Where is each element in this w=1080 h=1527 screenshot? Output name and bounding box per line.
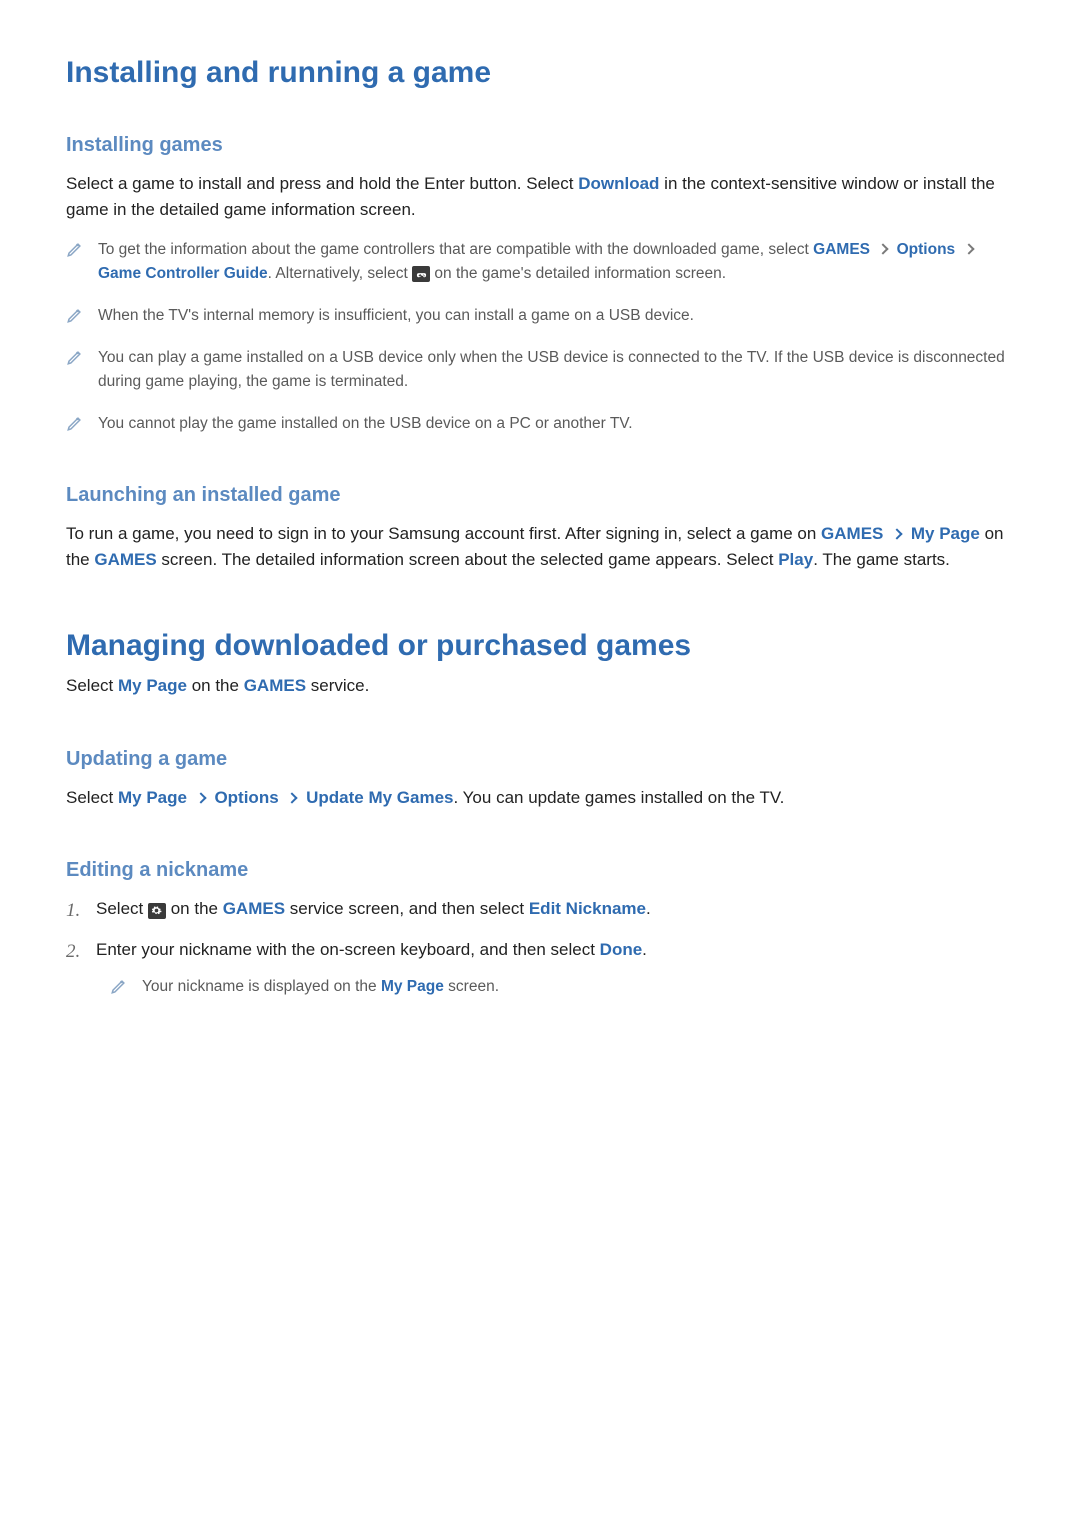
mypage-label: My Page	[118, 676, 187, 695]
pencil-icon	[66, 306, 84, 324]
text: To run a game, you need to sign in to yo…	[66, 524, 821, 543]
text: service.	[306, 676, 369, 695]
chevron-right-icon	[195, 792, 206, 803]
mypage-label: My Page	[381, 978, 444, 995]
note-item: When the TV's internal memory is insuffi…	[66, 304, 1014, 328]
options-label: Options	[214, 788, 278, 807]
text: You can play a game installed on a USB d…	[98, 349, 1005, 390]
play-label: Play	[778, 550, 813, 569]
installing-games-paragraph: Select a game to install and press and h…	[66, 171, 1014, 224]
text: . You can update games installed on the …	[454, 788, 785, 807]
text: When the TV's internal memory is insuffi…	[98, 307, 694, 324]
nickname-steps: Select on the GAMES service screen, and …	[66, 896, 1014, 999]
games-label: GAMES	[244, 676, 306, 695]
pencil-icon	[66, 240, 84, 258]
text: To get the information about the game co…	[98, 241, 813, 258]
heading-editing-nickname: Editing a nickname	[66, 859, 1014, 882]
pencil-icon	[66, 348, 84, 366]
installing-notes-list: To get the information about the game co…	[66, 238, 1014, 436]
text: screen. The detailed information screen …	[157, 550, 779, 569]
text: screen.	[444, 978, 499, 995]
note-item: You cannot play the game installed on th…	[66, 412, 1014, 436]
note-item: You can play a game installed on a USB d…	[66, 346, 1014, 394]
text: Enter your nickname with the on-screen k…	[96, 940, 600, 959]
text: service screen, and then select	[285, 899, 529, 918]
mypage-label: My Page	[118, 788, 187, 807]
text: Your nickname is displayed on the	[142, 978, 381, 995]
text: Select	[66, 676, 118, 695]
text: You cannot play the game installed on th…	[98, 415, 633, 432]
page-title-managing: Managing downloaded or purchased games	[66, 629, 1014, 663]
pencil-icon	[66, 414, 84, 432]
page-title-installing: Installing and running a game	[66, 56, 1014, 90]
chevron-right-icon	[963, 243, 974, 254]
mypage-label: My Page	[911, 524, 980, 543]
note-item: To get the information about the game co…	[66, 238, 1014, 286]
text: . Alternatively, select	[268, 265, 412, 282]
managing-intro: Select My Page on the GAMES service.	[66, 673, 1014, 699]
text: Select	[96, 899, 148, 918]
text: on the game's detailed information scree…	[430, 265, 726, 282]
text: on the	[166, 899, 223, 918]
games-label: GAMES	[94, 550, 156, 569]
text: . The game starts.	[813, 550, 950, 569]
sub-note: Your nickname is displayed on the My Pag…	[110, 975, 1014, 999]
step-item: Enter your nickname with the on-screen k…	[66, 937, 1014, 999]
edit-nickname-label: Edit Nickname	[529, 899, 646, 918]
launching-paragraph: To run a game, you need to sign in to yo…	[66, 521, 1014, 574]
heading-launching-game: Launching an installed game	[66, 484, 1014, 507]
options-label: Options	[897, 241, 956, 258]
heading-installing-games: Installing games	[66, 134, 1014, 157]
update-my-games-label: Update My Games	[306, 788, 453, 807]
chevron-right-icon	[891, 528, 902, 539]
games-label: GAMES	[813, 241, 870, 258]
heading-updating-game: Updating a game	[66, 748, 1014, 771]
done-label: Done	[600, 940, 643, 959]
game-controller-guide-label: Game Controller Guide	[98, 265, 268, 282]
gamepad-icon	[412, 266, 430, 282]
download-label: Download	[578, 174, 659, 193]
chevron-right-icon	[287, 792, 298, 803]
pencil-icon	[110, 977, 128, 995]
games-label: GAMES	[821, 524, 883, 543]
gear-icon	[148, 903, 166, 919]
updating-paragraph: Select My Page Options Update My Games. …	[66, 785, 1014, 811]
text: Select	[66, 788, 118, 807]
chevron-right-icon	[878, 243, 889, 254]
games-label: GAMES	[223, 899, 285, 918]
text: Select a game to install and press and h…	[66, 174, 578, 193]
step-item: Select on the GAMES service screen, and …	[66, 896, 1014, 922]
text: on the	[187, 676, 244, 695]
